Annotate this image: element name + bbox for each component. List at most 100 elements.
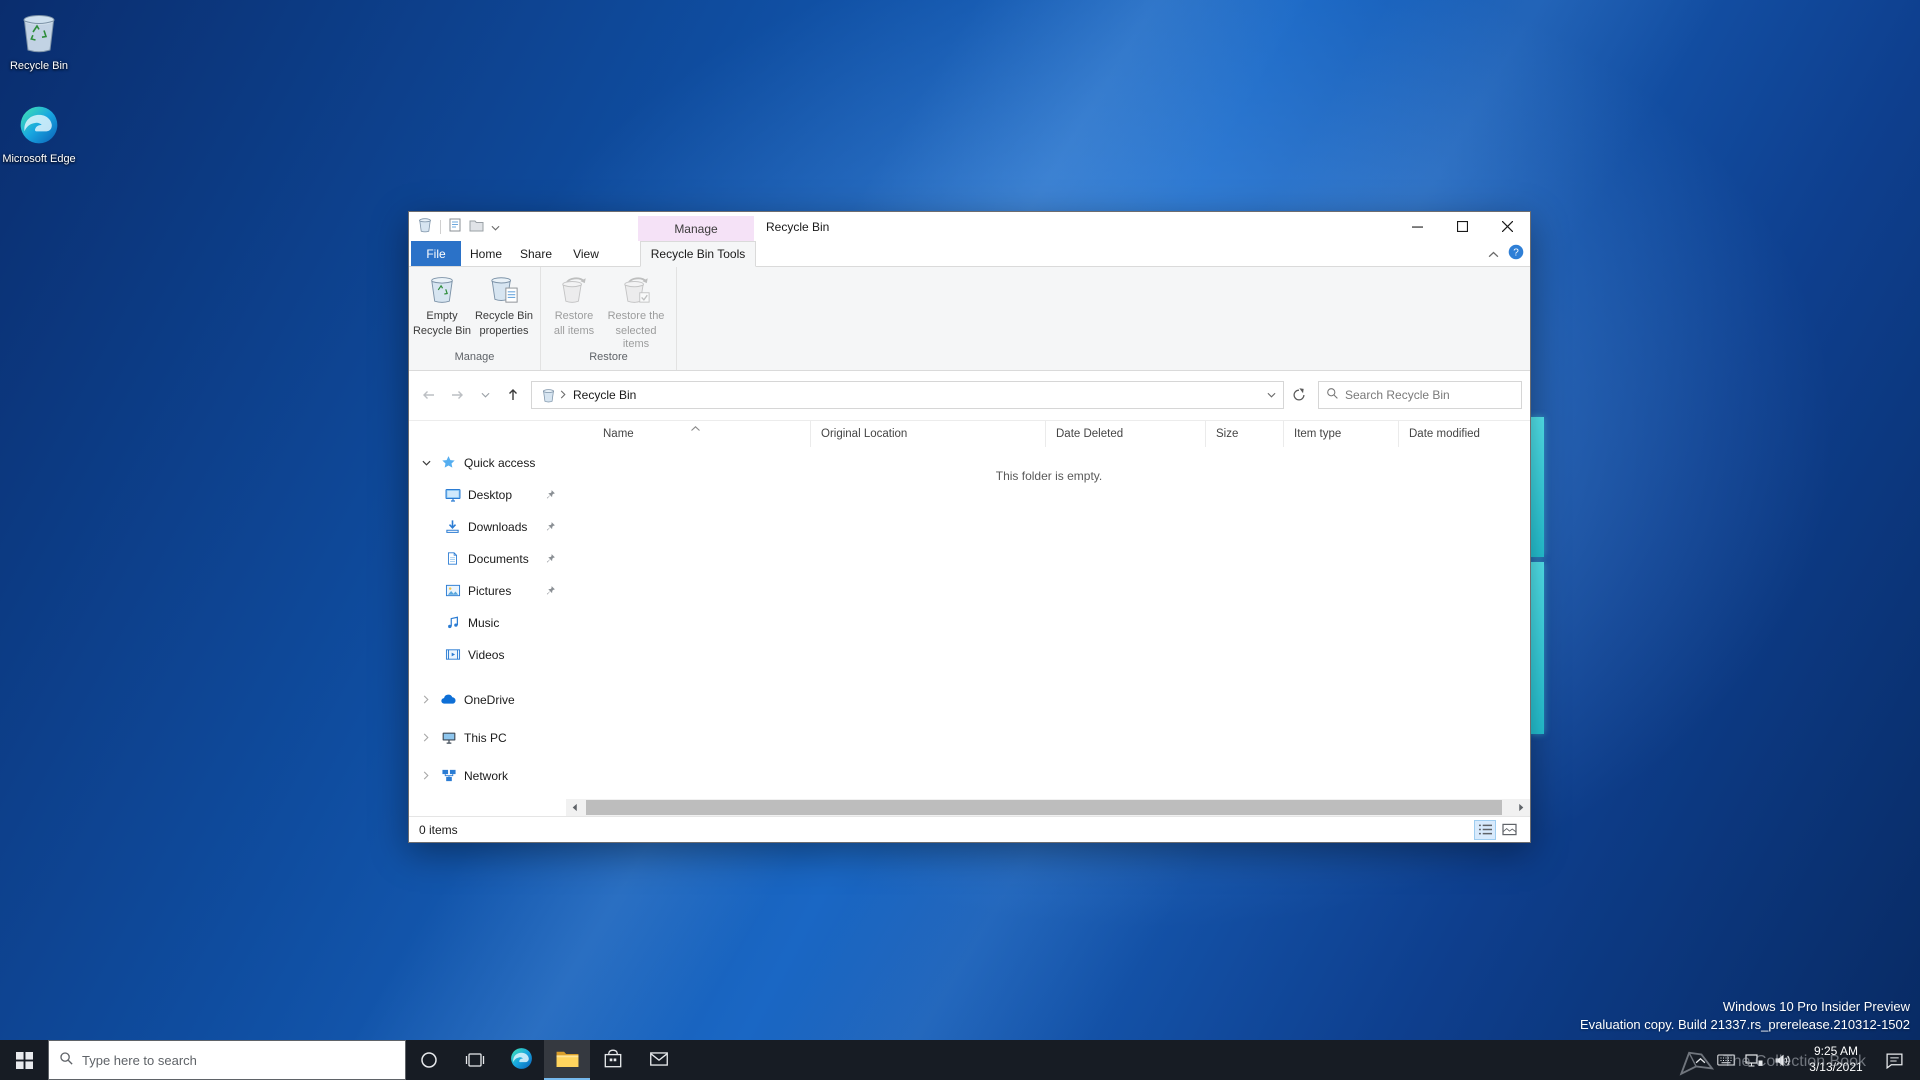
column-header-item-type[interactable]: Item type xyxy=(1284,420,1399,447)
quick-access-toolbar xyxy=(417,212,500,241)
search-icon xyxy=(1326,387,1339,403)
taskbar-edge-button[interactable] xyxy=(498,1040,544,1080)
sidebar-item-pictures[interactable]: Pictures xyxy=(409,575,566,607)
column-header-original-location[interactable]: Original Location xyxy=(811,420,1046,447)
windows-evaluation-watermark: Windows 10 Pro Insider Preview Evaluatio… xyxy=(1580,998,1910,1034)
desktop-icon-label: Recycle Bin xyxy=(9,60,69,72)
sidebar-item-network[interactable]: Network xyxy=(409,757,566,795)
refresh-button[interactable] xyxy=(1284,381,1314,409)
pin-icon xyxy=(545,521,556,532)
sidebar-item-onedrive[interactable]: OneDrive xyxy=(409,681,566,719)
start-button[interactable] xyxy=(0,1040,48,1080)
minimize-ribbon-chevron-icon[interactable] xyxy=(1488,247,1499,261)
sidebar-item-label: Videos xyxy=(468,647,505,662)
tab-share[interactable]: Share xyxy=(511,241,561,266)
back-button[interactable] xyxy=(415,381,443,409)
taskbar: 9:25 AM 3/13/2021 xyxy=(0,1040,1920,1080)
horizontal-scrollbar[interactable] xyxy=(566,799,1530,816)
taskbar-search-input[interactable] xyxy=(82,1052,395,1068)
task-view-button[interactable] xyxy=(452,1040,498,1080)
sidebar-item-desktop[interactable]: Desktop xyxy=(409,479,566,511)
minimize-button[interactable] xyxy=(1395,212,1440,241)
forward-button[interactable] xyxy=(443,381,471,409)
close-button[interactable] xyxy=(1485,212,1530,241)
tab-view[interactable]: View xyxy=(561,241,611,266)
volume-icon[interactable] xyxy=(1768,1040,1796,1080)
column-header-date-deleted[interactable]: Date Deleted xyxy=(1046,420,1206,447)
empty-folder-message: This folder is empty. xyxy=(995,468,1103,483)
chevron-down-icon[interactable] xyxy=(419,460,433,466)
help-icon[interactable]: ? xyxy=(1508,244,1524,263)
details-view-button[interactable] xyxy=(1474,819,1496,840)
item-count: 0 items xyxy=(419,822,458,837)
address-recycle-bin-icon xyxy=(536,388,560,403)
scrollbar-thumb[interactable] xyxy=(586,800,1502,815)
taskbar-file-explorer-button[interactable] xyxy=(544,1040,590,1080)
column-header-size[interactable]: Size xyxy=(1206,420,1284,447)
taskbar-search-box[interactable] xyxy=(48,1040,406,1080)
explorer-search-input[interactable] xyxy=(1345,388,1514,403)
chevron-right-icon[interactable] xyxy=(419,771,433,780)
edge-icon xyxy=(17,103,61,150)
mail-icon xyxy=(648,1048,670,1073)
restore-all-items-icon xyxy=(559,273,589,308)
tab-recycle-bin-tools[interactable]: Recycle Bin Tools xyxy=(640,241,756,267)
restore-selected-items-button[interactable]: Restore the selected items xyxy=(605,271,667,351)
column-header-name[interactable]: Name xyxy=(566,420,811,447)
empty-recycle-bin-button[interactable]: Empty Recycle Bin xyxy=(411,271,473,338)
desktop-icon-recycle-bin[interactable]: Recycle Bin xyxy=(0,10,78,74)
column-header-date-modified[interactable]: Date modified xyxy=(1399,421,1532,447)
titlebar[interactable]: Manage Recycle Bin xyxy=(409,212,1530,241)
sidebar-item-documents[interactable]: Documents xyxy=(409,543,566,575)
keyboard-icon[interactable] xyxy=(1712,1040,1740,1080)
file-list-pane: Name Original Location Date Deleted Size… xyxy=(566,420,1532,799)
address-bar[interactable]: Recycle Bin xyxy=(531,381,1284,410)
action-center-icon[interactable] xyxy=(1876,1040,1912,1080)
cortana-button[interactable] xyxy=(406,1040,452,1080)
sidebar-item-downloads[interactable]: Downloads xyxy=(409,511,566,543)
scroll-right-arrow[interactable] xyxy=(1513,799,1530,816)
watermark-line1: Windows 10 Pro Insider Preview xyxy=(1722,998,1910,1014)
tab-file[interactable]: File xyxy=(411,241,461,266)
taskbar-clock[interactable]: 9:25 AM 3/13/2021 xyxy=(1796,1044,1876,1075)
up-button[interactable] xyxy=(499,381,527,409)
network-icon[interactable] xyxy=(1740,1040,1768,1080)
large-icons-view-button[interactable] xyxy=(1498,820,1520,840)
sidebar-item-videos[interactable]: Videos xyxy=(409,639,566,671)
address-dropdown-chevron-icon[interactable] xyxy=(1259,392,1283,398)
network-icon xyxy=(439,768,458,783)
qat-new-folder-icon[interactable] xyxy=(469,219,484,235)
svg-text:?: ? xyxy=(1513,248,1519,259)
empty-recycle-bin-icon xyxy=(427,273,457,308)
recycle-bin-properties-button[interactable]: Recycle Bin properties xyxy=(473,271,535,338)
sidebar-item-music[interactable]: Music xyxy=(409,607,566,639)
qat-properties-icon[interactable] xyxy=(448,218,462,235)
maximize-button[interactable] xyxy=(1440,212,1485,241)
window-title: Recycle Bin xyxy=(766,219,830,234)
file-explorer-icon xyxy=(555,1046,580,1074)
pin-icon xyxy=(545,585,556,596)
chevron-right-icon[interactable] xyxy=(419,733,433,742)
tab-home[interactable]: Home xyxy=(461,241,511,266)
sidebar-item-label: Downloads xyxy=(468,519,528,534)
breadcrumb-location[interactable]: Recycle Bin xyxy=(573,388,636,402)
desktop-icon-microsoft-edge[interactable]: Microsoft Edge xyxy=(0,103,78,167)
sidebar-item-quick-access[interactable]: Quick access xyxy=(409,447,566,479)
chevron-right-icon[interactable] xyxy=(419,695,433,704)
qat-customize-chevron-icon[interactable] xyxy=(491,220,500,234)
taskbar-store-button[interactable] xyxy=(590,1040,636,1080)
clock-time: 9:25 AM xyxy=(1813,1044,1859,1059)
window-controls xyxy=(1395,212,1530,241)
restore-all-items-button[interactable]: Restore all items xyxy=(543,271,605,338)
sidebar-item-this-pc[interactable]: This PC xyxy=(409,719,566,757)
contextual-tab-group-manage[interactable]: Manage xyxy=(638,216,754,241)
explorer-search-box[interactable] xyxy=(1318,381,1522,410)
search-icon xyxy=(59,1051,74,1069)
breadcrumb-chevron-icon[interactable] xyxy=(560,388,566,402)
taskbar-mail-button[interactable] xyxy=(636,1040,682,1080)
scroll-left-arrow[interactable] xyxy=(566,799,583,816)
recent-locations-chevron-icon[interactable] xyxy=(471,381,499,409)
watermark-line2: Evaluation copy. Build 21337.rs_prerelea… xyxy=(1579,1016,1910,1032)
tray-chevron-up-icon[interactable] xyxy=(1688,1040,1712,1080)
pin-icon xyxy=(545,489,556,500)
